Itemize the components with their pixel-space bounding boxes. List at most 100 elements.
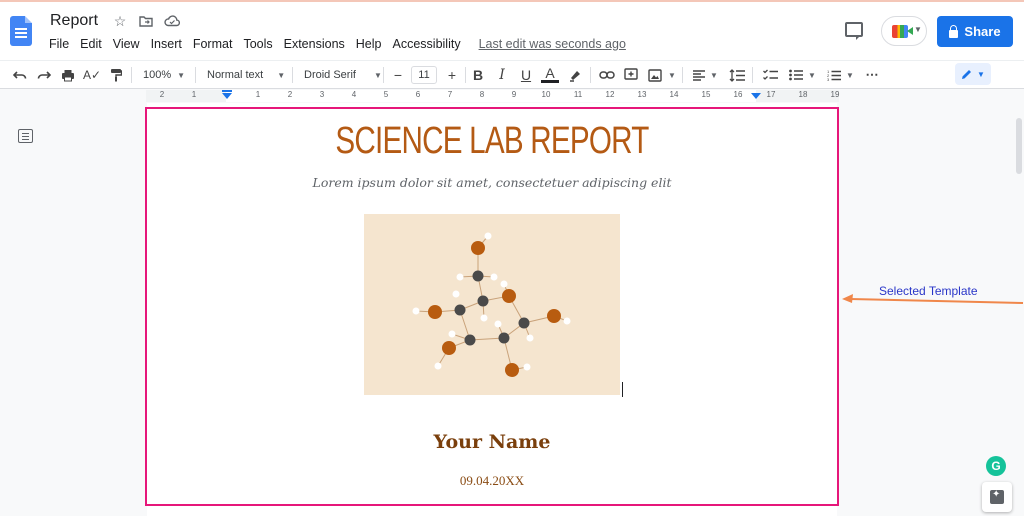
undo-icon[interactable] <box>11 66 29 84</box>
ruler-tick: 12 <box>605 90 615 99</box>
editing-mode-button[interactable]: ▼ <box>955 63 991 85</box>
ruler-tick: 6 <box>415 90 421 99</box>
font-size-input[interactable]: 11 <box>411 66 437 84</box>
menu-help[interactable]: Help <box>356 37 382 51</box>
menu-insert[interactable]: Insert <box>151 37 182 51</box>
ruler-tick: 15 <box>701 90 711 99</box>
annotation-arrow-icon <box>842 294 1024 304</box>
ruler-tick: 5 <box>383 90 389 99</box>
bold-button[interactable]: B <box>469 66 487 84</box>
numbered-options-caret[interactable]: ▼ <box>840 66 854 84</box>
menu-format[interactable]: Format <box>193 37 233 51</box>
selected-template-highlight <box>145 107 839 506</box>
menu-extensions[interactable]: Extensions <box>284 37 345 51</box>
paragraph-style-select[interactable]: Normal text ▼ <box>207 66 285 84</box>
decrease-font-size-button[interactable]: − <box>389 66 407 84</box>
menu-tools[interactable]: Tools <box>243 37 272 51</box>
redo-icon[interactable] <box>35 66 53 84</box>
toolbar-divider <box>590 67 591 83</box>
chevron-down-icon: ▼ <box>373 70 382 80</box>
chevron-down-icon: ▼ <box>977 69 985 79</box>
style-value: Normal text <box>207 69 264 81</box>
document-outline-icon[interactable] <box>18 129 33 143</box>
image-options-caret[interactable]: ▼ <box>662 66 676 84</box>
ruler-tick: 4 <box>351 90 357 99</box>
document-title[interactable]: Report <box>50 12 98 30</box>
link-icon[interactable] <box>598 66 616 84</box>
chevron-down-icon: ▼ <box>914 25 922 34</box>
explore-button[interactable] <box>982 482 1012 512</box>
font-size-value[interactable]: 11 <box>411 66 437 84</box>
line-spacing-icon[interactable] <box>728 66 746 84</box>
add-comment-icon[interactable] <box>622 66 640 84</box>
ruler-tick: 11 <box>573 90 583 99</box>
ruler-tick: 16 <box>733 90 743 99</box>
pencil-icon <box>962 70 972 79</box>
vertical-scrollbar-thumb[interactable] <box>1016 118 1022 174</box>
toolbar-divider <box>292 67 293 83</box>
toolbar-divider <box>465 67 466 83</box>
meet-icon <box>892 25 913 38</box>
ruler-tick: 17 <box>766 90 776 99</box>
ruler-tick: 1 <box>191 90 197 99</box>
share-button[interactable]: Share <box>937 16 1013 47</box>
toolbar-divider <box>195 67 196 83</box>
move-folder-icon[interactable] <box>138 12 154 30</box>
align-options-caret[interactable]: ▼ <box>704 66 718 84</box>
zoom-select[interactable]: 100% ▼ <box>143 66 185 84</box>
menu-edit[interactable]: Edit <box>80 37 102 51</box>
menu-view[interactable]: View <box>113 37 140 51</box>
menu-accessibility[interactable]: Accessibility <box>393 37 461 51</box>
title-icons: ☆ <box>112 12 180 30</box>
last-edit-link[interactable]: Last edit was seconds ago <box>479 37 626 51</box>
toolbar-divider <box>752 67 753 83</box>
increase-font-size-button[interactable]: + <box>443 66 461 84</box>
svg-text:3: 3 <box>827 77 830 81</box>
text-color-button[interactable]: A <box>541 65 559 83</box>
menu-bar: File Edit View Insert Format Tools Exten… <box>49 37 637 51</box>
chevron-down-icon: ▼ <box>846 70 854 80</box>
paint-format-icon[interactable] <box>107 66 125 84</box>
ruler-tick: 3 <box>319 90 325 99</box>
right-indent-marker[interactable] <box>751 93 761 99</box>
meet-button[interactable]: ▼ <box>881 16 927 46</box>
chevron-down-icon: ▼ <box>710 70 718 80</box>
ruler-tick: 2 <box>159 90 165 99</box>
ruler-tick: 18 <box>798 90 808 99</box>
ruler-left-margin <box>146 90 226 102</box>
bullet-options-caret[interactable]: ▼ <box>802 66 816 84</box>
ruler-tick: 8 <box>479 90 485 99</box>
chevron-down-icon: ▼ <box>277 70 286 80</box>
chevron-down-icon: ▼ <box>668 70 676 80</box>
cloud-status-icon[interactable] <box>164 12 180 30</box>
lock-icon <box>949 24 959 38</box>
formatting-toolbar: A✓ 100% ▼ Normal text ▼ Droid Serif ▼ − 11 … <box>0 60 1024 89</box>
toolbar-divider <box>682 67 683 83</box>
zoom-value: 100% <box>143 69 172 81</box>
comment-history-icon[interactable] <box>845 22 863 40</box>
highlight-icon[interactable] <box>566 66 584 84</box>
ruler-tick: 1 <box>255 90 261 99</box>
ruler-tick: 13 <box>637 90 647 99</box>
chevron-down-icon: ▼ <box>177 70 186 80</box>
docs-logo-icon[interactable] <box>10 16 32 46</box>
print-icon[interactable] <box>59 66 77 84</box>
underline-button[interactable]: U <box>517 66 535 84</box>
explore-icon <box>990 489 1004 504</box>
toolbar-divider <box>383 67 384 83</box>
grammarly-icon[interactable]: G <box>986 456 1006 476</box>
left-indent-marker[interactable] <box>222 90 232 99</box>
font-family-select[interactable]: Droid Serif ▼ <box>304 66 382 84</box>
more-icon[interactable]: ⋯ <box>863 66 881 84</box>
ruler-tick: 9 <box>511 90 517 99</box>
star-icon[interactable]: ☆ <box>112 12 128 30</box>
spellcheck-icon[interactable]: A✓ <box>83 66 101 84</box>
toolbar-divider <box>131 67 132 83</box>
ruler-tick: 10 <box>541 90 551 99</box>
checklist-icon[interactable] <box>761 66 779 84</box>
ruler-tick: 19 <box>830 90 840 99</box>
menu-file[interactable]: File <box>49 37 69 51</box>
title-bar: Report ☆ File Edit View Insert Format To… <box>0 2 1024 60</box>
italic-button[interactable]: I <box>493 66 511 84</box>
font-value: Droid Serif <box>304 69 356 81</box>
